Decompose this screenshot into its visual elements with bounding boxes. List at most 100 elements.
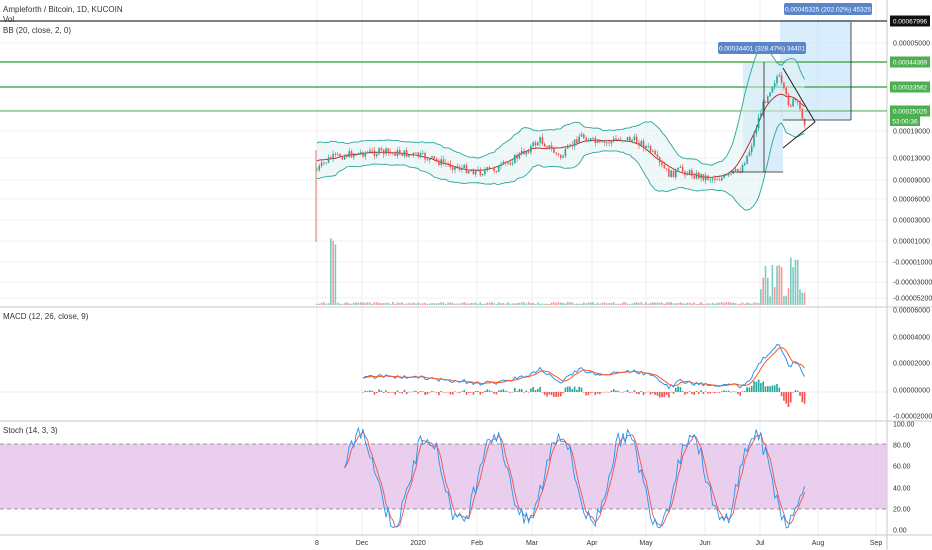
candle-body	[442, 159, 445, 164]
time-tick-label: Dec	[356, 540, 369, 547]
candle-body	[518, 153, 521, 159]
macd-histogram-bar	[737, 392, 739, 395]
candle-body	[684, 171, 686, 176]
macd-histogram-bar	[571, 389, 574, 392]
macd-histogram-bar	[615, 390, 617, 392]
volume-bar	[509, 303, 511, 305]
macd-histogram-bar	[780, 392, 783, 397]
volume-bar	[465, 303, 468, 305]
candle-body	[665, 168, 668, 170]
macd-histogram-bar	[631, 392, 633, 393]
macd-histogram-bar	[412, 391, 415, 392]
macd-histogram-bar	[523, 392, 525, 393]
macd-histogram-bar	[458, 392, 461, 394]
chart-canvas[interactable]: Ampleforth / Bitcoin, 1D, KUCOIN Vol BB …	[0, 0, 932, 550]
volume-bar	[702, 303, 705, 305]
candle-body	[470, 170, 472, 172]
macd-tick-label: 0.00000000	[893, 388, 930, 395]
candle-body	[727, 173, 730, 176]
volume-bar	[417, 302, 419, 305]
volume-bar	[500, 303, 502, 305]
candle-body	[520, 150, 523, 154]
candle-body	[560, 154, 562, 158]
volume-bar	[596, 302, 599, 305]
candle-body	[576, 139, 578, 143]
volume-bar	[691, 303, 693, 305]
volume-bar	[433, 303, 436, 305]
macd-histogram-bar	[679, 387, 682, 392]
stoch-tick-label: 0.00	[893, 528, 907, 535]
volume-bar	[477, 303, 479, 305]
macd-histogram-bar	[417, 392, 419, 394]
volume-bar	[541, 303, 544, 305]
volume-bar	[470, 303, 472, 305]
macd-histogram-bar	[546, 392, 548, 397]
macd-histogram-bar	[481, 392, 484, 394]
macd-histogram-bar	[645, 392, 647, 393]
candle-body	[456, 166, 459, 168]
volume-bar	[336, 302, 339, 305]
volume-bar	[767, 277, 769, 305]
volume-bar	[495, 303, 498, 305]
time-label: 53:00:36	[892, 119, 918, 126]
macd-histogram-bar	[732, 391, 735, 392]
macd-histogram-bar	[746, 387, 748, 392]
candle-body	[714, 178, 716, 181]
volume-bar	[610, 302, 613, 305]
candle-body	[755, 128, 758, 134]
stoch-pane[interactable]	[0, 426, 887, 529]
candle-body	[764, 101, 767, 103]
volume-bar	[576, 303, 578, 305]
volume-bar	[799, 289, 801, 305]
macd-histogram-bar	[794, 390, 797, 392]
candle-body	[585, 137, 587, 142]
volume-bar	[790, 257, 792, 305]
macd-histogram-bar	[778, 387, 781, 392]
macd-histogram-bar	[702, 392, 705, 395]
macd-histogram-bar	[652, 392, 654, 394]
macd-histogram-bar	[557, 392, 560, 397]
macd-histogram-bar	[507, 391, 509, 393]
volume-bar	[587, 302, 590, 305]
macd-histogram-bar	[594, 392, 597, 396]
candle-body	[592, 137, 594, 139]
candle-body	[741, 165, 744, 173]
candle-body	[555, 152, 557, 154]
macd-histogram-bar	[516, 391, 518, 392]
macd-histogram-bar	[461, 391, 463, 392]
candle-body	[348, 151, 350, 157]
macd-histogram-bar	[603, 392, 606, 393]
macd-histogram-bar	[744, 391, 746, 392]
candle-body	[709, 179, 712, 181]
candle-body	[424, 152, 426, 160]
volume-bar	[649, 302, 652, 305]
macd-label: MACD (12, 26, close, 9)	[3, 312, 89, 321]
macd-histogram-bar	[463, 390, 465, 392]
macd-histogram-bar	[364, 390, 367, 392]
macd-histogram-bar	[599, 392, 601, 395]
volume-bar	[716, 302, 718, 305]
macd-histogram-bar	[410, 391, 413, 393]
macd-pane[interactable]	[0, 343, 887, 408]
macd-histogram-bar	[474, 391, 477, 392]
macd-tick-label: -0.00002000	[893, 414, 932, 421]
time-tick-label: May	[639, 540, 653, 547]
volume-bar	[776, 265, 778, 305]
macd-histogram-bar	[369, 390, 371, 392]
macd-histogram-bar	[760, 383, 762, 392]
volume-bar	[730, 302, 732, 305]
macd-histogram-bar	[440, 390, 442, 392]
stoch-tick-label: 100.00	[893, 422, 915, 429]
candle-body	[461, 167, 463, 170]
macd-histogram-bar	[479, 392, 482, 395]
candle-body	[507, 162, 509, 164]
volume-bar	[385, 303, 387, 305]
volume-bar	[366, 302, 369, 305]
candle-body	[760, 113, 762, 118]
volume-bar	[665, 302, 668, 305]
volume-bar	[801, 292, 804, 305]
macd-histogram-bar	[569, 386, 571, 392]
macd-histogram-bar	[378, 389, 380, 392]
candle-body	[318, 165, 321, 170]
candle-body	[516, 154, 518, 159]
